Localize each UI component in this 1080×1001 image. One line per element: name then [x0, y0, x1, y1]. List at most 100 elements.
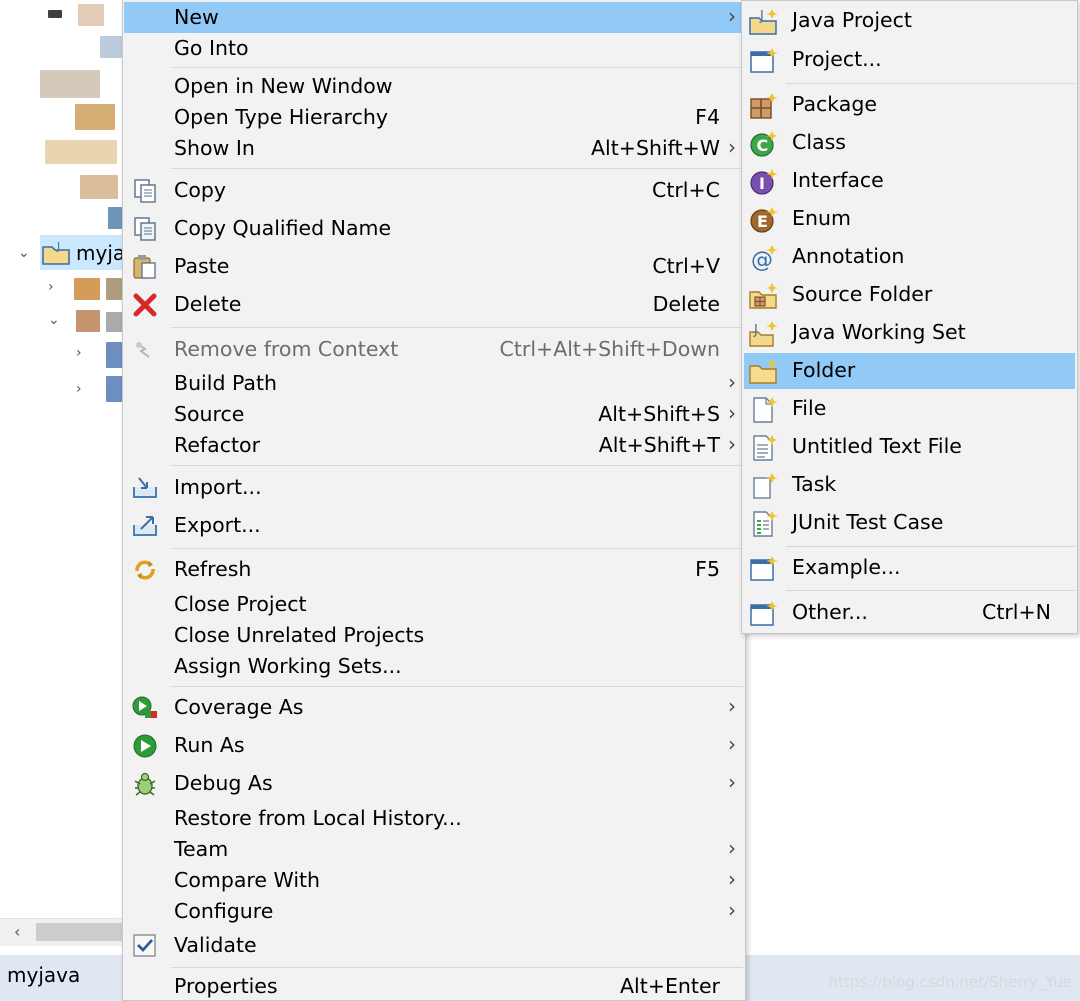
expand-chevron-icon[interactable]: ›	[48, 280, 62, 294]
menu-item-new[interactable]: New ›	[124, 2, 744, 33]
blurred-tree-icon	[75, 104, 115, 130]
submenu-item-interface[interactable]: I Interface	[744, 165, 1075, 196]
menu-item-refresh[interactable]: Refresh F5	[124, 554, 744, 585]
status-label: myjava	[7, 963, 81, 987]
expand-chevron-icon[interactable]: ›	[76, 382, 90, 396]
context-menu: New › Go Into Open in New Window Open Ty…	[122, 0, 746, 1001]
coverage-icon	[131, 695, 159, 721]
submenu-arrow-icon: ›	[728, 694, 736, 718]
project-label: myja	[76, 240, 126, 265]
validate-check-icon	[131, 933, 159, 959]
menu-item-coverage-as[interactable]: Coverage As ›	[124, 692, 744, 723]
submenu-item-label: Package	[792, 92, 877, 116]
menu-item-delete[interactable]: Delete Delete	[124, 289, 744, 320]
package-explorer: ⌄ J myja › ⌄ › › ‹	[0, 0, 130, 960]
submenu-item-label: Enum	[792, 206, 851, 230]
menu-item-label: Open Type Hierarchy	[174, 105, 388, 129]
menu-item-label: Compare With	[174, 868, 321, 892]
menu-item-run-as[interactable]: Run As ›	[124, 730, 744, 761]
submenu-item-file[interactable]: File	[744, 393, 1075, 424]
menu-item-export[interactable]: Export...	[124, 510, 744, 541]
menu-item-label: Restore from Local History...	[174, 806, 462, 830]
menu-item-label: Open in New Window	[174, 74, 393, 98]
menu-item-label: Build Path	[174, 371, 278, 395]
submenu-item-junit-test-case[interactable]: JUnit Test Case	[744, 507, 1075, 538]
menu-item-paste[interactable]: Paste Ctrl+V	[124, 251, 744, 282]
menu-item-remove-from-context[interactable]: Remove from Context Ctrl+Alt+Shift+Down	[124, 334, 744, 365]
submenu-item-annotation[interactable]: @ Annotation	[744, 241, 1075, 273]
menu-item-validate[interactable]: Validate	[124, 930, 744, 961]
submenu-item-project[interactable]: Project...	[744, 44, 1075, 75]
scroll-left-icon[interactable]: ‹	[14, 922, 20, 941]
menu-item-label: Run As	[174, 733, 245, 757]
menu-item-restore-from-local-history[interactable]: Restore from Local History...	[124, 803, 744, 834]
menu-item-open-type-hierarchy[interactable]: Open Type Hierarchy F4	[124, 102, 744, 133]
submenu-item-example[interactable]: Example...	[744, 552, 1075, 583]
annotation-icon: @	[748, 244, 778, 273]
submenu-item-class[interactable]: C Class	[744, 127, 1075, 158]
new-submenu: J Java Project Project... Package C Clas…	[741, 0, 1078, 634]
task-icon	[748, 472, 778, 499]
project-icon	[748, 47, 778, 73]
svg-text:J: J	[759, 9, 764, 24]
menu-item-build-path[interactable]: Build Path ›	[124, 368, 744, 399]
menu-item-label: Validate	[174, 933, 257, 957]
menu-item-label: Paste	[174, 254, 230, 278]
import-icon	[131, 475, 159, 501]
menu-separator	[171, 168, 743, 169]
horizontal-scrollbar[interactable]: ‹	[0, 918, 130, 946]
submenu-item-folder[interactable]: Folder	[744, 353, 1075, 389]
menu-item-assign-working-sets[interactable]: Assign Working Sets...	[124, 651, 744, 682]
submenu-item-enum[interactable]: E Enum	[744, 203, 1075, 234]
menu-item-close-unrelated-projects[interactable]: Close Unrelated Projects	[124, 620, 744, 651]
submenu-arrow-icon: ›	[728, 432, 736, 456]
scrollbar-thumb[interactable]	[36, 923, 126, 941]
other-icon	[748, 600, 778, 626]
java-project-folder-icon: J	[42, 240, 70, 265]
submenu-item-java-working-set[interactable]: J Java Working Set	[744, 317, 1075, 348]
menu-item-copy[interactable]: Copy Ctrl+C	[124, 175, 744, 206]
submenu-item-source-folder[interactable]: Source Folder	[744, 279, 1075, 310]
menu-item-open-in-new-window[interactable]: Open in New Window	[124, 71, 744, 102]
menu-item-shortcut: Alt+Enter	[620, 974, 720, 998]
menu-item-compare-with[interactable]: Compare With ›	[124, 865, 744, 896]
menu-item-refactor[interactable]: Refactor Alt+Shift+T ›	[124, 430, 744, 461]
delete-icon	[131, 292, 159, 318]
submenu-item-untitled-text-file[interactable]: Untitled Text File	[744, 431, 1075, 462]
expand-chevron-icon[interactable]: ⌄	[18, 246, 32, 260]
submenu-arrow-icon: ›	[728, 135, 736, 159]
submenu-item-task[interactable]: Task	[744, 469, 1075, 500]
menu-separator	[786, 590, 1075, 591]
menu-item-team[interactable]: Team ›	[124, 834, 744, 865]
submenu-item-label: Java Working Set	[792, 320, 966, 344]
menu-item-import[interactable]: Import...	[124, 472, 744, 503]
expand-chevron-icon[interactable]: ⌄	[48, 313, 62, 327]
submenu-arrow-icon: ›	[728, 4, 736, 28]
menu-item-close-project[interactable]: Close Project	[124, 589, 744, 620]
blurred-tree-icon	[40, 70, 100, 98]
submenu-item-java-project[interactable]: J Java Project	[744, 5, 1075, 36]
project-tree-item[interactable]: J myja	[40, 235, 130, 270]
submenu-item-other[interactable]: Other... Ctrl+N	[744, 597, 1075, 628]
menu-item-properties[interactable]: Properties Alt+Enter	[124, 971, 744, 1001]
menu-item-label: Import...	[174, 475, 262, 499]
submenu-item-label: Java Project	[792, 8, 912, 32]
expand-chevron-icon[interactable]: ›	[76, 346, 90, 360]
menu-item-source[interactable]: Source Alt+Shift+S ›	[124, 399, 744, 430]
menu-item-configure[interactable]: Configure ›	[124, 896, 744, 927]
text-file-icon	[748, 434, 778, 461]
menu-item-label: Close Unrelated Projects	[174, 623, 425, 647]
svg-text:J: J	[56, 240, 60, 253]
menu-item-label: Go Into	[174, 36, 249, 60]
menu-item-label: Copy Qualified Name	[174, 216, 392, 240]
menu-item-show-in[interactable]: Show In Alt+Shift+W ›	[124, 133, 744, 164]
copy-qualified-name-icon	[131, 216, 159, 242]
menu-item-shortcut: F5	[695, 557, 720, 581]
menu-item-copy-qualified-name[interactable]: Copy Qualified Name	[124, 213, 744, 244]
menu-item-debug-as[interactable]: Debug As ›	[124, 768, 744, 799]
menu-item-label: Export...	[174, 513, 261, 537]
menu-item-go-into[interactable]: Go Into	[124, 33, 744, 64]
submenu-item-label: Example...	[792, 555, 901, 579]
menu-item-label: Debug As	[174, 771, 273, 795]
submenu-item-package[interactable]: Package	[744, 89, 1075, 120]
